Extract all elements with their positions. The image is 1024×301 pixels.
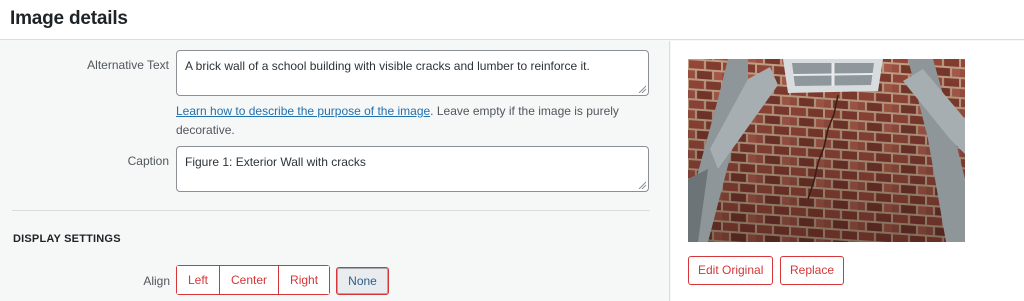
section-divider <box>12 210 650 211</box>
caption-value: Figure 1: Exterior Wall with cracks <box>185 155 366 169</box>
page-title: Image details <box>10 8 128 29</box>
align-none-button[interactable]: None <box>336 267 389 295</box>
brick-wall-image <box>688 59 965 242</box>
replace-button[interactable]: Replace <box>780 256 845 285</box>
align-left-button[interactable]: Left <box>177 266 221 294</box>
align-label: Align <box>143 274 170 288</box>
resize-handle-icon[interactable] <box>638 181 646 189</box>
alt-text-help: Learn how to describe the purpose of the… <box>176 102 656 140</box>
alt-text-field[interactable]: A brick wall of a school building with v… <box>176 50 649 96</box>
image-preview <box>688 59 965 242</box>
alt-text-help-link[interactable]: Learn how to describe the purpose of the… <box>176 104 430 118</box>
settings-panel: Alternative Text A brick wall of a schoo… <box>0 41 670 301</box>
resize-handle-icon[interactable] <box>638 85 646 93</box>
modal-header: Image details <box>0 0 1024 40</box>
preview-panel: Edit Original Replace <box>671 41 1024 301</box>
alt-text-label: Alternative Text <box>87 58 169 72</box>
display-settings-title: DISPLAY SETTINGS <box>13 233 121 245</box>
caption-label: Caption <box>127 154 169 168</box>
align-right-button[interactable]: Right <box>279 266 330 294</box>
align-center-button[interactable]: Center <box>220 266 280 294</box>
edit-original-button[interactable]: Edit Original <box>688 256 774 285</box>
caption-field[interactable]: Figure 1: Exterior Wall with cracks <box>176 146 649 192</box>
alt-text-value: A brick wall of a school building with v… <box>185 59 590 73</box>
align-button-group: Left Center Right <box>176 265 331 295</box>
